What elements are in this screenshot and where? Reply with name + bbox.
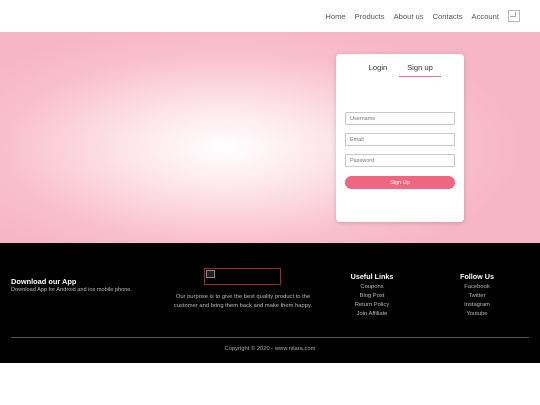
link-youtube[interactable]: Youtube: [450, 310, 504, 319]
link-twitter[interactable]: Twitter: [450, 292, 504, 301]
sign-up-button[interactable]: Sign Up: [345, 176, 455, 189]
nav-account[interactable]: Account: [472, 12, 499, 21]
nav-products[interactable]: Products: [355, 12, 385, 21]
username-input[interactable]: [345, 112, 455, 125]
link-return-policy[interactable]: Return Policy: [344, 301, 400, 310]
useful-links-column: Useful Links Coupons Blog Post Return Po…: [344, 272, 400, 319]
main-nav: Home Products About us Contacts Account: [325, 0, 540, 32]
copyright-text: Copyright © 2020 - www.nilara.com: [224, 346, 316, 352]
link-facebook[interactable]: Facebook: [450, 283, 504, 292]
auth-form-card: Login Sign up Sign Up: [336, 54, 464, 222]
auth-tabs: Login Sign up: [336, 61, 464, 79]
nav-contacts[interactable]: Contacts: [433, 12, 463, 21]
nav-about-us[interactable]: About us: [394, 12, 424, 21]
site-footer: Download our App Download App for Androi…: [0, 243, 540, 363]
link-coupons[interactable]: Coupons: [344, 283, 400, 292]
nav-home[interactable]: Home: [325, 12, 345, 21]
purpose-text: Our purpose is to give the best quality …: [173, 294, 313, 309]
footer-logo: [204, 268, 281, 285]
link-blog-post[interactable]: Blog Post: [344, 292, 400, 301]
link-instagram[interactable]: Instagram: [450, 301, 504, 310]
download-app-description: Download App for Android and ios mobile …: [11, 287, 132, 293]
password-input[interactable]: [345, 154, 455, 167]
link-join-affiliate[interactable]: Join Affiliate: [344, 310, 400, 319]
footer-divider: [11, 337, 529, 338]
useful-links-title: Useful Links: [350, 272, 394, 281]
tab-login[interactable]: Login: [364, 61, 392, 77]
site-header: Home Products About us Contacts Account: [0, 0, 540, 32]
follow-us-column: Follow Us Facebook Twitter Instagram You…: [450, 272, 504, 319]
tab-signup[interactable]: Sign up: [399, 61, 441, 77]
follow-us-title: Follow Us: [460, 272, 494, 281]
download-app-title: Download our App: [11, 277, 77, 286]
email-input[interactable]: [345, 133, 455, 146]
cart-icon[interactable]: [508, 10, 520, 22]
